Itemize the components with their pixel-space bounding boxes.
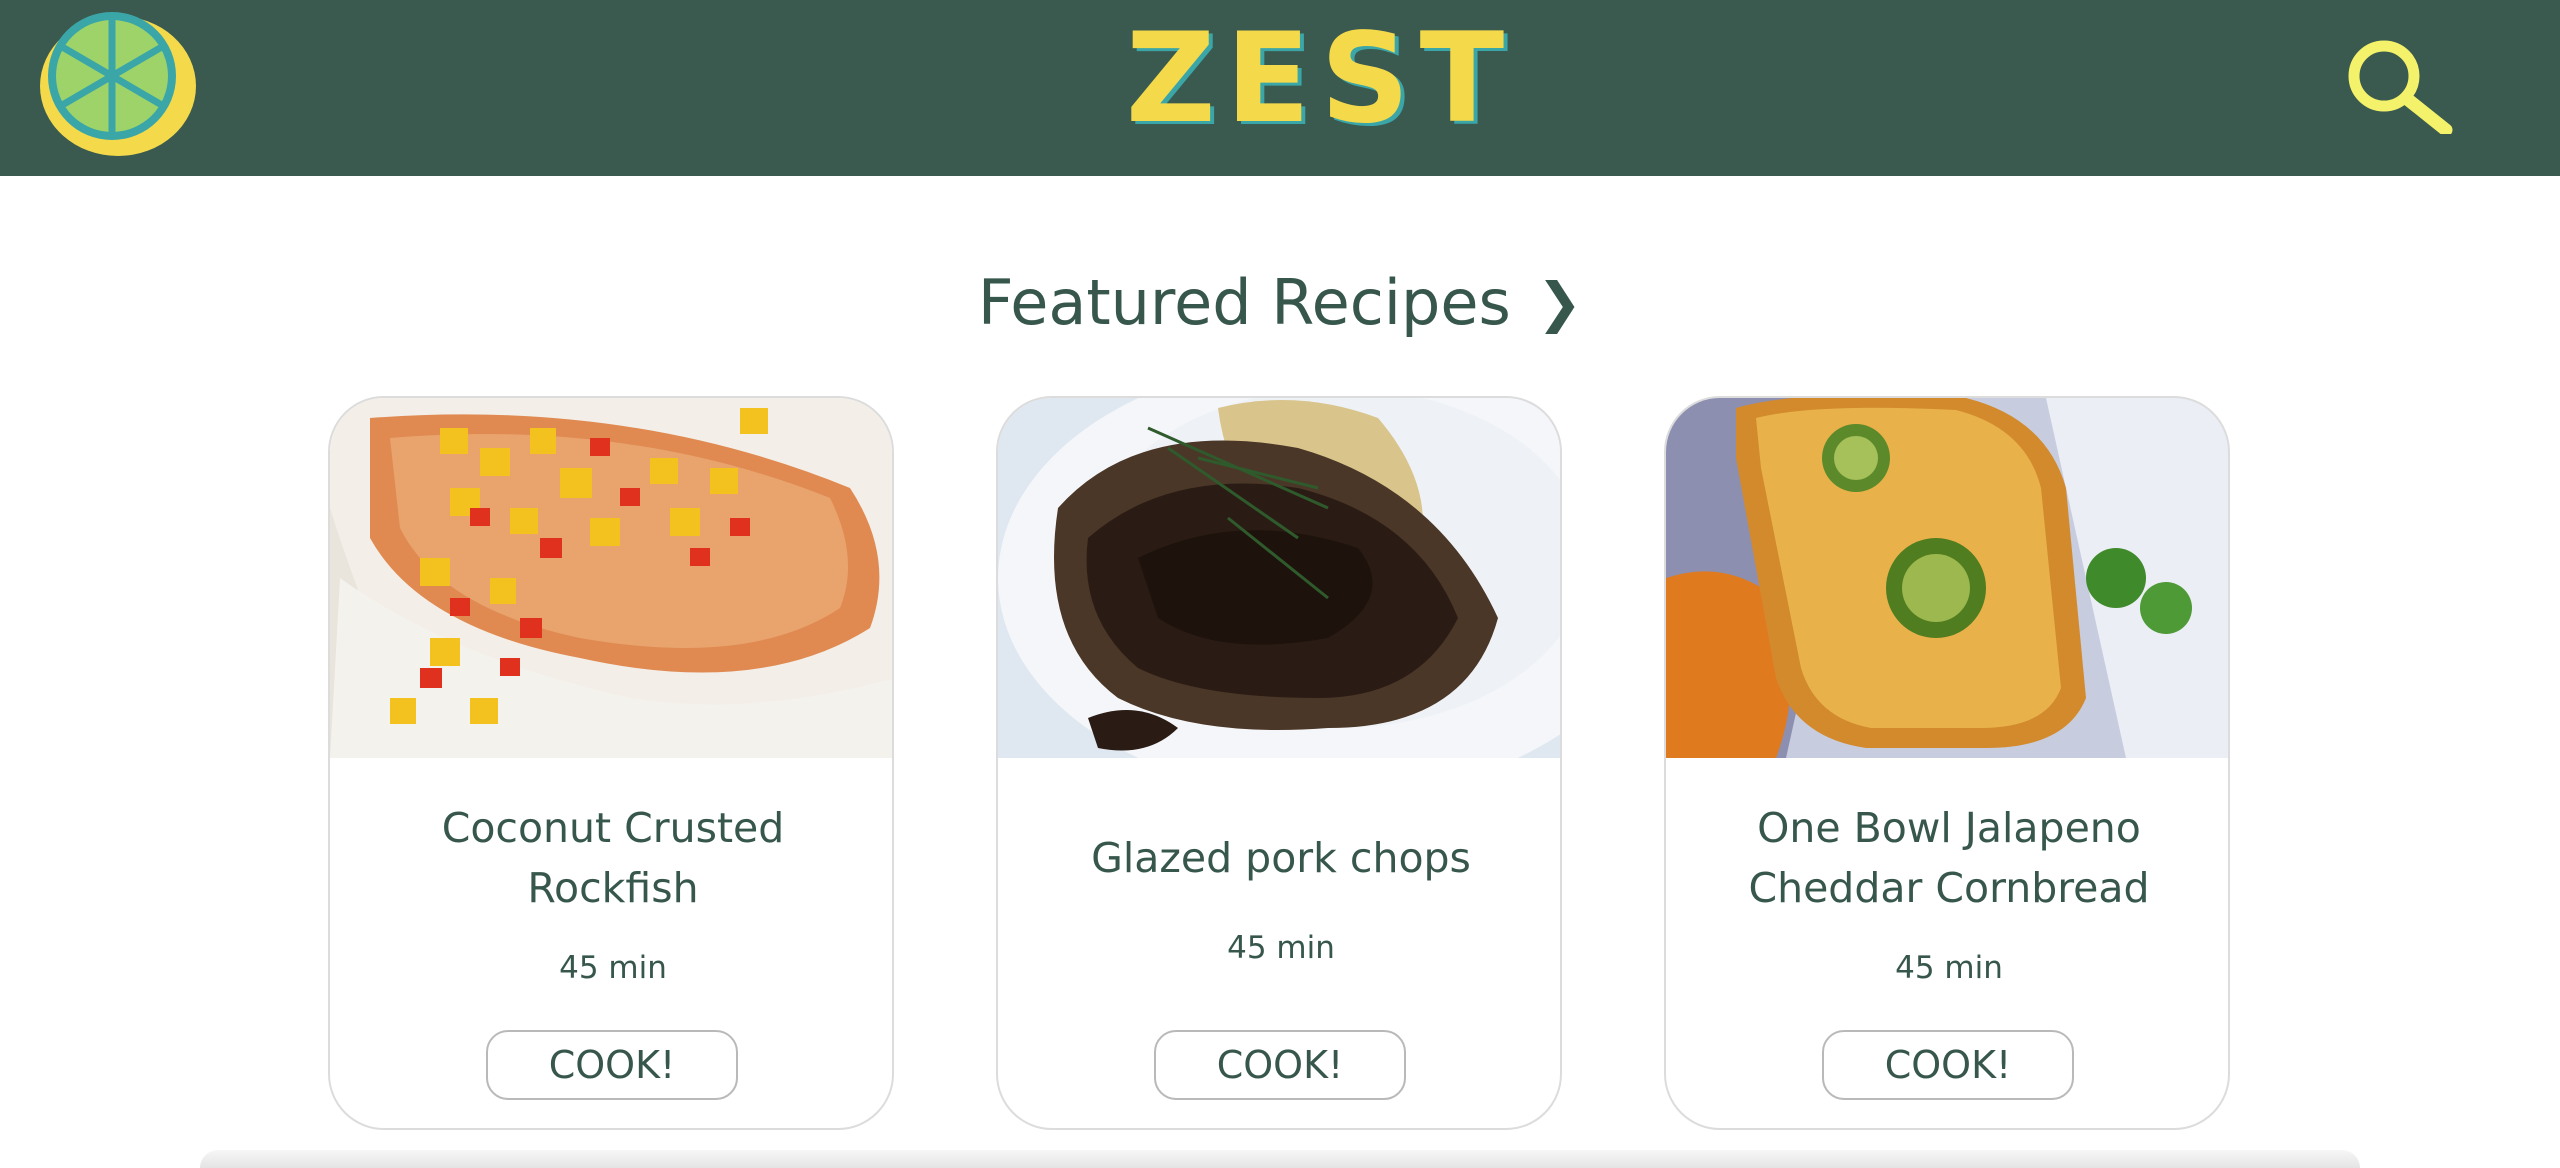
recipe-image[interactable] xyxy=(998,398,1562,758)
site-logo-text[interactable]: ZEST xyxy=(1126,7,1505,151)
cook-button[interactable]: COOK! xyxy=(1154,1030,1406,1100)
next-section-edge xyxy=(200,1150,2360,1168)
recipe-card[interactable]: Glazed pork chops 45 min COOK! xyxy=(996,396,1562,1130)
search-icon[interactable] xyxy=(2340,34,2456,134)
cook-button[interactable]: COOK! xyxy=(486,1030,738,1100)
chevron-right-icon[interactable]: ❯ xyxy=(1537,271,1582,334)
cook-button[interactable]: COOK! xyxy=(1822,1030,2074,1100)
recipe-time: 45 min xyxy=(559,950,667,986)
recipe-image[interactable] xyxy=(1666,398,2230,758)
recipe-time: 45 min xyxy=(1227,930,1335,966)
recipe-title[interactable]: One Bowl Jalapeno Cheddar Cornbread xyxy=(1706,788,2192,928)
lemon-logo-icon[interactable] xyxy=(36,4,200,160)
recipe-card[interactable]: One Bowl Jalapeno Cheddar Cornbread 45 m… xyxy=(1664,396,2230,1130)
featured-recipes-heading: Featured Recipes ❯ xyxy=(0,262,2560,342)
recipe-time: 45 min xyxy=(1895,950,2003,986)
site-header: ZEST xyxy=(0,0,2560,176)
section-title: Featured Recipes xyxy=(977,265,1511,339)
recipe-title[interactable]: Coconut Crusted Rockfish xyxy=(370,788,856,928)
recipe-title[interactable]: Glazed pork chops xyxy=(1038,788,1524,928)
recipe-card[interactable]: Coconut Crusted Rockfish 45 min COOK! xyxy=(328,396,894,1130)
recipe-image[interactable] xyxy=(330,398,894,758)
